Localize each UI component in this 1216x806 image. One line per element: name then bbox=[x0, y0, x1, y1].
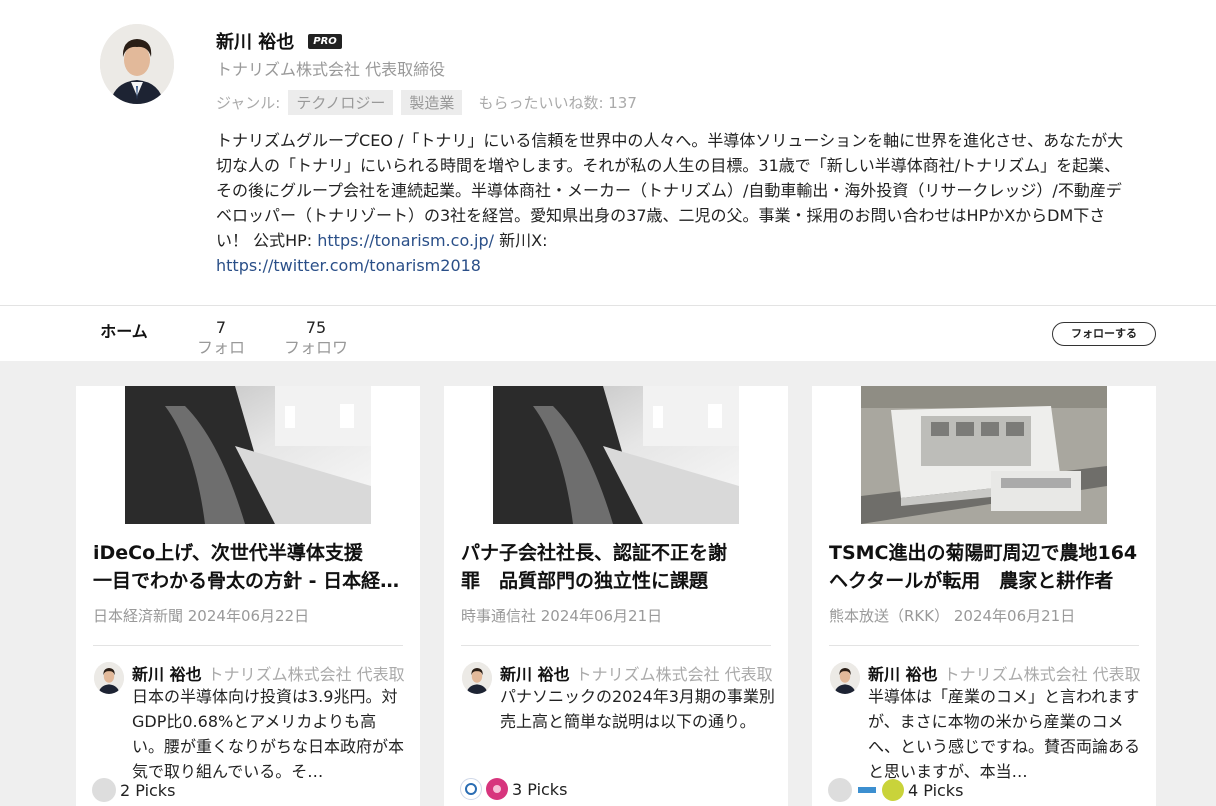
picks-row[interactable]: 2 Picks bbox=[92, 778, 175, 802]
genre-row: ジャンル: テクノロジー 製造業 もらったいいね数: 137 bbox=[216, 90, 637, 115]
article-thumbnail[interactable] bbox=[861, 386, 1107, 524]
article-title-line: 罪 品質部門の独立性に課題 bbox=[461, 570, 709, 592]
commenter-company: トナリズム株式会社 代表取締役 bbox=[575, 665, 772, 684]
genre-label: ジャンル: bbox=[216, 94, 281, 112]
picker-avatar-icon bbox=[92, 778, 116, 802]
comment-author: 新川 裕也トナリズム株式会社 代表取締役 bbox=[868, 661, 1140, 685]
profile-tabs: ホーム 7 フォロー 75 フォロワー フォローする bbox=[0, 305, 1216, 372]
profile-name-row: 新川 裕也 PRO bbox=[216, 28, 342, 54]
comment-author: 新川 裕也トナリズム株式会社 代表取締役 bbox=[500, 661, 772, 685]
bio-link-website[interactable]: https://tonarism.co.jp/ bbox=[317, 231, 494, 250]
pro-badge: PRO bbox=[308, 33, 342, 49]
tab-home-label: ホーム bbox=[100, 322, 148, 341]
tab-follower[interactable]: 75 フォロワー bbox=[284, 318, 348, 360]
article-source: 日本経済新聞 2024年06月22日 bbox=[93, 607, 310, 625]
follow-label: フォロー bbox=[196, 338, 245, 360]
commenter-company: トナリズム株式会社 代表取締役 bbox=[943, 665, 1140, 684]
picker-logo-icon bbox=[856, 779, 878, 801]
news-card[interactable]: パナ子会社社長、認証不正を謝 罪 品質部門の独立性に課題 時事通信社 2024年… bbox=[444, 386, 788, 806]
avatar[interactable] bbox=[462, 662, 492, 694]
picker-avatar-icon bbox=[828, 778, 852, 802]
news-card[interactable]: TSMC進出の菊陽町周辺で農地164 ヘクタールが転用 農家と耕作者 熊本放送（… bbox=[812, 386, 1156, 806]
article-title-line: ヘクタールが転用 農家と耕作者 bbox=[829, 570, 1114, 592]
article-source: 熊本放送（RKK） 2024年06月21日 bbox=[829, 607, 1076, 625]
likes-count: もらったいいね数: 137 bbox=[478, 94, 637, 112]
avatar[interactable] bbox=[100, 24, 174, 104]
picks-count: 2 Picks bbox=[120, 780, 176, 800]
article-source: 時事通信社 2024年06月21日 bbox=[461, 607, 663, 625]
commenter-company: トナリズム株式会社 代表取締役 bbox=[207, 665, 404, 684]
divider bbox=[461, 645, 771, 646]
commenter-name[interactable]: 新川 裕也 bbox=[132, 665, 202, 684]
follow-count: 7 bbox=[215, 318, 227, 337]
comment-text[interactable]: 半導体は「産業のコメ」と言われますが、まさに本物の米から産業のコメへ、という感じ… bbox=[868, 684, 1144, 784]
bio-mid-text: 新川X: bbox=[494, 231, 548, 250]
comment-text[interactable]: 日本の半導体向け投資は3.9兆円。対GDP比0.68%とアメリカよりも高い。腰が… bbox=[132, 684, 408, 784]
picks-count: 4 Picks bbox=[908, 780, 964, 800]
article-title-line: TSMC進出の菊陽町周辺で農地164 bbox=[829, 542, 1138, 564]
follower-label: フォロワー bbox=[284, 338, 348, 360]
article-title-line: パナ子会社社長、認証不正を謝 bbox=[461, 542, 728, 564]
news-card[interactable]: iDeCo上げ、次世代半導体支援 一目でわかる骨太の方針 - 日本経済新聞 日本… bbox=[76, 386, 420, 806]
profile-company: トナリズム株式会社 代表取締役 bbox=[216, 60, 446, 79]
news-feed: iDeCo上げ、次世代半導体支援 一目でわかる骨太の方針 - 日本経済新聞 日本… bbox=[0, 361, 1216, 806]
profile-name: 新川 裕也 bbox=[216, 32, 295, 53]
genre-tag-manufacturing[interactable]: 製造業 bbox=[401, 90, 463, 115]
divider bbox=[829, 645, 1139, 646]
commenter-name[interactable]: 新川 裕也 bbox=[868, 665, 938, 684]
follower-count: 75 bbox=[305, 318, 327, 337]
comment-author: 新川 裕也トナリズム株式会社 代表取締役 bbox=[132, 661, 404, 685]
follow-button[interactable]: フォローする bbox=[1052, 322, 1156, 346]
article-title[interactable]: パナ子会社社長、認証不正を謝 罪 品質部門の独立性に課題 bbox=[461, 539, 773, 595]
article-title[interactable]: TSMC進出の菊陽町周辺で農地164 ヘクタールが転用 農家と耕作者 bbox=[829, 539, 1141, 595]
article-thumbnail[interactable] bbox=[493, 386, 739, 524]
picks-row[interactable]: 3 Picks bbox=[460, 778, 567, 800]
picks-row[interactable]: 4 Picks bbox=[828, 778, 963, 802]
picker-logo-icon bbox=[460, 778, 482, 800]
profile-header: 新川 裕也 PRO トナリズム株式会社 代表取締役 ジャンル: テクノロジー 製… bbox=[0, 0, 1216, 305]
avatar[interactable] bbox=[94, 662, 124, 694]
tab-follow[interactable]: 7 フォロー bbox=[196, 318, 246, 360]
commenter-name[interactable]: 新川 裕也 bbox=[500, 665, 570, 684]
picks-count: 3 Picks bbox=[512, 779, 568, 799]
bio-link-twitter[interactable]: https://twitter.com/tonarism2018 bbox=[216, 256, 481, 275]
profile-bio: トナリズムグループCEO /「トナリ」にいる信頼を世界中の人々へ。半導体ソリュー… bbox=[216, 128, 1136, 278]
genre-tag-technology[interactable]: テクノロジー bbox=[288, 90, 394, 115]
picker-avatar-icon bbox=[882, 779, 904, 801]
comment-text[interactable]: パナソニックの2024年3月期の事業別売上高と簡単な説明は以下の通り。 bbox=[500, 684, 776, 734]
picker-avatar-icon bbox=[486, 778, 508, 800]
article-thumbnail[interactable] bbox=[125, 386, 371, 524]
article-title-line: 一目でわかる骨太の方針 - 日本経済新聞 bbox=[93, 570, 405, 592]
article-title[interactable]: iDeCo上げ、次世代半導体支援 一目でわかる骨太の方針 - 日本経済新聞 bbox=[93, 539, 405, 595]
divider bbox=[93, 645, 403, 646]
avatar[interactable] bbox=[830, 662, 860, 694]
article-title-line: iDeCo上げ、次世代半導体支援 bbox=[93, 542, 363, 564]
